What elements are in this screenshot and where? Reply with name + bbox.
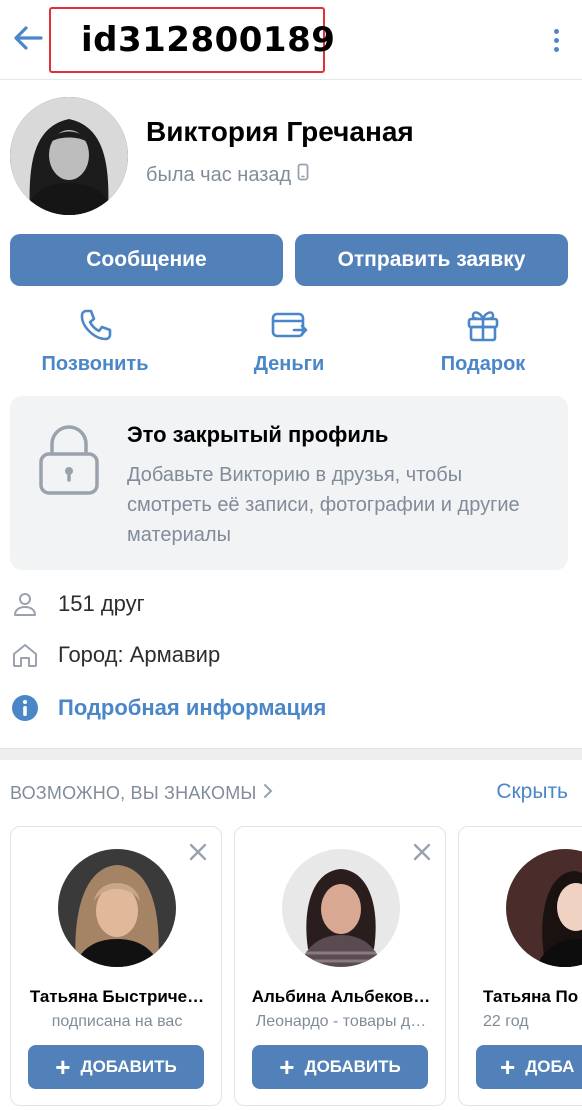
suggestion-subtitle: подписана на вас <box>51 1013 183 1030</box>
back-button[interactable] <box>8 20 48 60</box>
add-friend-label: ДОБАВИТЬ <box>304 1057 401 1076</box>
call-action[interactable]: Позвонить <box>15 305 175 385</box>
closed-profile-title: Это закрытый профиль <box>127 422 389 447</box>
message-button[interactable]: Сообщение <box>10 234 283 286</box>
arrow-left-icon <box>13 25 43 56</box>
section-divider <box>0 748 582 760</box>
home-icon <box>10 640 40 670</box>
last-seen-status: была час назад <box>146 163 309 187</box>
suggestions-title[interactable]: ВОЗМОЖНО, ВЫ ЗНАКОМЫ <box>10 783 273 804</box>
suggestion-card[interactable]: Татьяна По 22 год + ДОБА <box>458 826 582 1106</box>
profile-avatar[interactable] <box>10 97 128 215</box>
suggestion-name: Альбина Альбеков… <box>251 987 431 1006</box>
add-friend-button[interactable]: + ДОБАВИТЬ <box>28 1045 204 1089</box>
money-action[interactable]: Деньги <box>209 305 369 385</box>
gift-icon <box>466 305 500 345</box>
last-seen-text: была час назад <box>146 163 292 186</box>
add-friend-button[interactable]: + ДОБА <box>476 1045 582 1089</box>
plus-icon: + <box>279 1052 295 1082</box>
detailed-info-link[interactable]: Подробная информация <box>58 695 326 721</box>
suggestion-subtitle: Леонардо - товары д… <box>255 1013 427 1030</box>
money-label: Деньги <box>253 353 325 375</box>
city-text: Город: Армавир <box>58 642 221 667</box>
lock-icon <box>38 424 100 496</box>
suggestion-name: Татьяна По <box>483 987 579 1006</box>
person-icon <box>10 589 40 619</box>
more-vertical-icon <box>553 28 559 34</box>
close-icon[interactable] <box>411 841 433 863</box>
city-row: Город: Армавир <box>10 638 220 672</box>
add-friend-label: ДОБАВИТЬ <box>80 1057 177 1076</box>
suggestion-card[interactable]: Альбина Альбеков… Леонардо - товары д… +… <box>234 826 446 1106</box>
money-transfer-icon <box>270 305 308 345</box>
friends-count-row[interactable]: 151 друг <box>10 587 145 621</box>
closed-profile-notice: Это закрытый профиль Добавьте Викторию в… <box>10 396 568 570</box>
hide-suggestions-button[interactable]: Скрыть <box>496 780 568 804</box>
profile-id-highlight: id312800189 <box>49 7 335 73</box>
profile-id: id312800189 <box>81 20 336 60</box>
phone-icon <box>297 163 309 187</box>
chevron-right-icon <box>263 783 273 804</box>
friends-count: 151 друг <box>58 591 145 616</box>
quick-actions: Позвонить Деньги Подарок <box>0 305 582 385</box>
info-icon <box>10 693 40 723</box>
plus-icon: + <box>55 1052 71 1082</box>
suggestion-subtitle: 22 год <box>483 1013 529 1030</box>
call-label: Позвонить <box>41 353 149 375</box>
add-friend-label: ДОБА <box>525 1057 575 1076</box>
suggestion-card[interactable]: Татьяна Быстриче… подписана на вас + ДОБ… <box>10 826 222 1106</box>
avatar[interactable] <box>506 849 582 967</box>
gift-action[interactable]: Подарок <box>403 305 563 385</box>
avatar[interactable] <box>58 849 176 967</box>
send-friend-request-button[interactable]: Отправить заявку <box>295 234 568 286</box>
closed-profile-description: Добавьте Викторию в друзья, чтобы смотре… <box>127 464 520 546</box>
plus-icon: + <box>500 1052 516 1082</box>
close-icon[interactable] <box>187 841 209 863</box>
top-bar: id312800189 <box>0 0 582 80</box>
phone-icon <box>78 305 112 345</box>
add-friend-button[interactable]: + ДОБАВИТЬ <box>252 1045 428 1089</box>
profile-name: Виктория Гречаная <box>146 116 414 147</box>
suggestion-name: Татьяна Быстриче… <box>29 987 205 1006</box>
detailed-info-row[interactable]: Подробная информация <box>10 691 326 725</box>
more-menu-button[interactable] <box>540 22 572 58</box>
gift-label: Подарок <box>440 353 526 375</box>
suggestions-title-text: ВОЗМОЖНО, ВЫ ЗНАКОМЫ <box>10 783 257 803</box>
avatar[interactable] <box>282 849 400 967</box>
